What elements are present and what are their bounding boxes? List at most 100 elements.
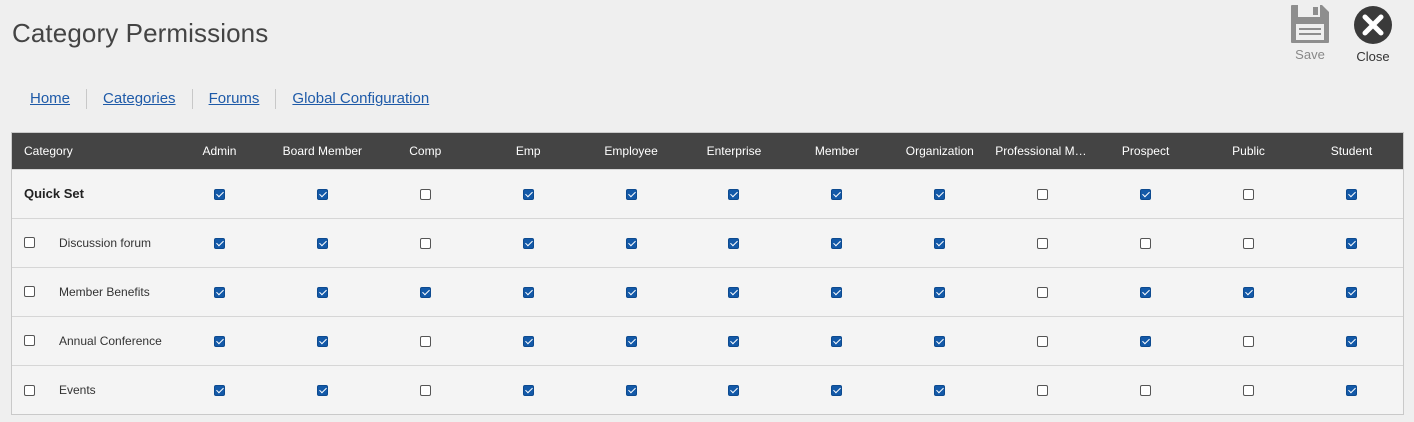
column-header-member: Member <box>814 143 859 158</box>
quick-set-checkbox-professional-me[interactable] <box>1037 188 1049 200</box>
permission-checkbox-prospect[interactable] <box>1140 237 1152 249</box>
permission-cell <box>785 267 888 316</box>
quick-set-checkbox-enterprise[interactable] <box>728 188 740 200</box>
permissions-table: Category Admin Board Member Comp Emp Employe… <box>12 133 1403 414</box>
permission-checkbox-member[interactable] <box>831 335 843 347</box>
permission-checkbox-employee[interactable] <box>625 385 637 397</box>
permission-checkbox-prospect[interactable] <box>1140 335 1152 347</box>
permission-checkbox-student[interactable] <box>1345 237 1357 249</box>
quick-set-checkbox-public[interactable] <box>1243 188 1255 200</box>
permission-checkbox-emp[interactable] <box>522 335 534 347</box>
column-header-admin: Admin <box>202 143 237 158</box>
category-cell: Events <box>12 365 168 414</box>
permission-checkbox-admin[interactable] <box>213 237 225 249</box>
permission-checkbox-member[interactable] <box>831 385 843 397</box>
permission-checkbox-emp[interactable] <box>522 237 534 249</box>
permission-checkbox-organization[interactable] <box>934 286 946 298</box>
permission-checkbox-board-member[interactable] <box>316 385 328 397</box>
quick-set-checkbox-student[interactable] <box>1345 188 1357 200</box>
permission-cell <box>888 169 991 218</box>
permission-checkbox-board-member[interactable] <box>316 335 328 347</box>
permission-checkbox-prospect[interactable] <box>1140 385 1152 397</box>
permission-checkbox-organization[interactable] <box>934 335 946 347</box>
permission-checkbox-public[interactable] <box>1243 385 1255 397</box>
column-header-emp: Emp <box>515 143 541 158</box>
permission-checkbox-organization[interactable] <box>934 385 946 397</box>
quick-set-checkbox-prospect[interactable] <box>1140 188 1152 200</box>
permission-checkbox-enterprise[interactable] <box>728 237 740 249</box>
floppy-disk-icon <box>1291 5 1329 43</box>
permission-checkbox-member[interactable] <box>831 237 843 249</box>
permission-checkbox-student[interactable] <box>1345 286 1357 298</box>
permission-checkbox-employee[interactable] <box>625 286 637 298</box>
permission-checkbox-employee[interactable] <box>625 237 637 249</box>
quick-set-checkbox-emp[interactable] <box>522 188 534 200</box>
permission-cell <box>374 218 477 267</box>
permission-checkbox-student[interactable] <box>1345 335 1357 347</box>
permission-checkbox-comp[interactable] <box>419 385 431 397</box>
save-button[interactable]: Save <box>1282 4 1338 66</box>
table-row: Discussion forum <box>12 218 1403 267</box>
quick-set-checkbox-member[interactable] <box>831 188 843 200</box>
permission-checkbox-board-member[interactable] <box>316 237 328 249</box>
permission-cell <box>1197 218 1300 267</box>
permission-checkbox-admin[interactable] <box>213 335 225 347</box>
permission-checkbox-comp[interactable] <box>419 286 431 298</box>
quick-set-checkbox-employee[interactable] <box>625 188 637 200</box>
nav-link-categories[interactable]: Categories <box>87 90 192 108</box>
permission-cell <box>1094 316 1197 365</box>
permission-checkbox-admin[interactable] <box>213 286 225 298</box>
category-cell: Member Benefits <box>12 267 168 316</box>
permission-checkbox-public[interactable] <box>1243 286 1255 298</box>
permission-cell <box>374 365 477 414</box>
permission-cell <box>785 218 888 267</box>
column-header-category: Category <box>24 143 73 158</box>
permission-checkbox-comp[interactable] <box>419 237 431 249</box>
permission-checkbox-emp[interactable] <box>522 286 534 298</box>
permission-cell <box>1197 267 1300 316</box>
nav-link-forums[interactable]: Forums <box>193 90 276 108</box>
nav-link-global-configuration[interactable]: Global Configuration <box>276 90 445 108</box>
permission-checkbox-professional-me[interactable] <box>1037 335 1049 347</box>
permission-checkbox-public[interactable] <box>1243 335 1255 347</box>
permission-checkbox-public[interactable] <box>1243 237 1255 249</box>
close-button[interactable]: Close <box>1345 4 1401 66</box>
quick-set-checkbox-organization[interactable] <box>934 188 946 200</box>
permission-checkbox-student[interactable] <box>1345 385 1357 397</box>
nav-link-home[interactable]: Home <box>14 90 86 108</box>
row-select-checkbox[interactable] <box>24 335 35 347</box>
page-title: Category Permissions <box>12 18 269 48</box>
permission-cell <box>1197 365 1300 414</box>
permission-checkbox-professional-me[interactable] <box>1037 385 1049 397</box>
permission-cell <box>1197 316 1300 365</box>
permission-checkbox-employee[interactable] <box>625 335 637 347</box>
permission-checkbox-organization[interactable] <box>934 237 946 249</box>
permission-checkbox-enterprise[interactable] <box>728 385 740 397</box>
quick-set-checkbox-comp[interactable] <box>419 188 431 200</box>
permission-cell <box>683 365 786 414</box>
permissions-grid: Category Admin Board Member Comp Emp Employe… <box>11 132 1404 415</box>
permission-checkbox-professional-me[interactable] <box>1037 237 1049 249</box>
permission-checkbox-emp[interactable] <box>522 385 534 397</box>
table-row: Annual Conference <box>12 316 1403 365</box>
permission-cell <box>1094 365 1197 414</box>
permission-checkbox-board-member[interactable] <box>316 286 328 298</box>
permission-cell <box>888 218 991 267</box>
permission-checkbox-comp[interactable] <box>419 335 431 347</box>
permission-cell <box>1094 267 1197 316</box>
permission-checkbox-professional-me[interactable] <box>1037 286 1049 298</box>
column-header-enterprise: Enterprise <box>706 143 762 158</box>
quick-set-checkbox-admin[interactable] <box>213 188 225 200</box>
quick-set-checkbox-board-member[interactable] <box>316 188 328 200</box>
permission-checkbox-prospect[interactable] <box>1140 286 1152 298</box>
permission-checkbox-member[interactable] <box>831 286 843 298</box>
permission-checkbox-admin[interactable] <box>213 385 225 397</box>
permission-checkbox-enterprise[interactable] <box>728 286 740 298</box>
row-select-checkbox[interactable] <box>24 286 35 298</box>
permission-cell <box>1300 365 1403 414</box>
permission-checkbox-enterprise[interactable] <box>728 335 740 347</box>
row-select-checkbox[interactable] <box>24 384 35 396</box>
permission-cell <box>168 218 271 267</box>
row-select-checkbox[interactable] <box>24 237 35 249</box>
permission-cell <box>1300 169 1403 218</box>
